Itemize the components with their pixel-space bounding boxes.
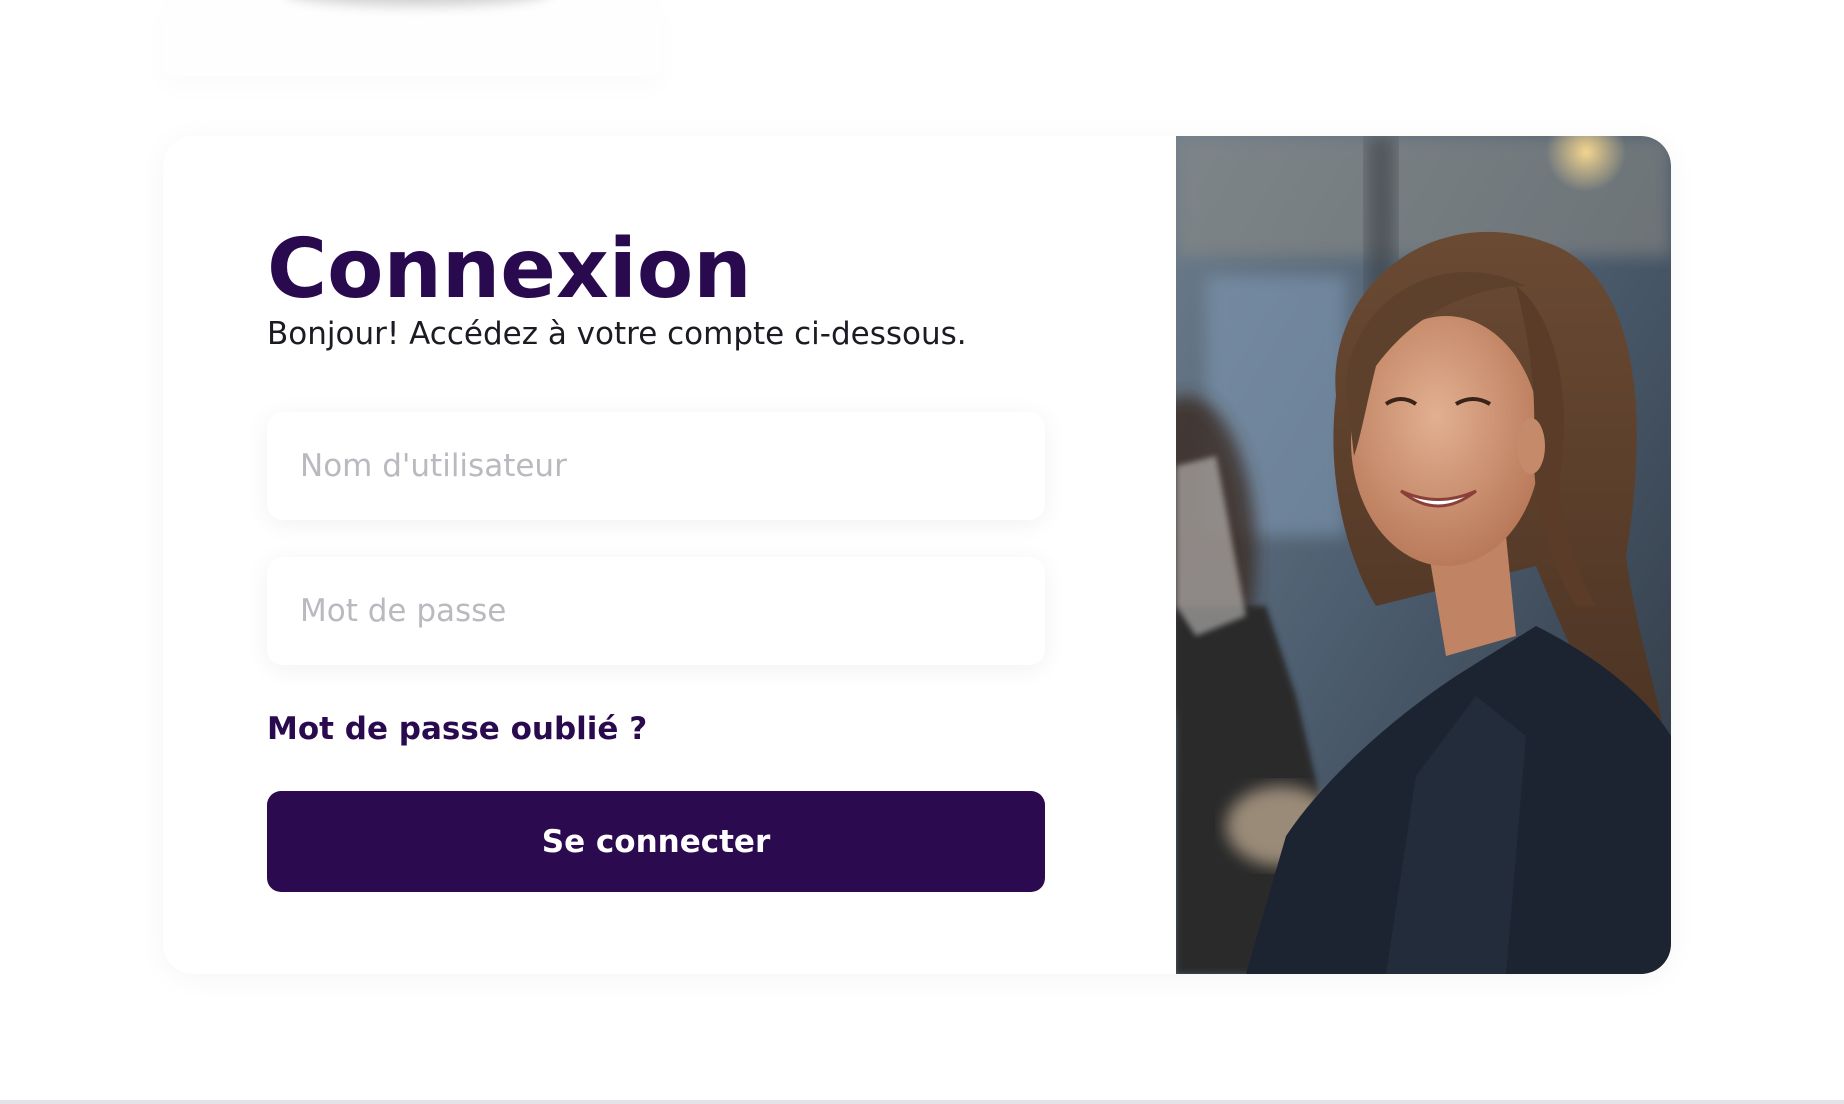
footer-divider	[0, 1100, 1844, 1104]
forgot-password-link[interactable]: Mot de passe oublié ?	[267, 709, 647, 749]
login-card: Connexion Bonjour! Accédez à votre compt…	[163, 136, 1671, 974]
smiling-woman-photo	[1176, 136, 1671, 974]
password-input[interactable]	[267, 557, 1045, 665]
hero-photo	[1176, 136, 1671, 974]
login-button[interactable]: Se connecter	[267, 791, 1045, 892]
header-logo-area	[162, 0, 662, 76]
username-input[interactable]	[267, 412, 1045, 520]
login-page: Connexion Bonjour! Accédez à votre compt…	[0, 0, 1844, 1104]
page-subtitle: Bonjour! Accédez à votre compte ci-desso…	[267, 316, 967, 352]
page-title: Connexion	[267, 222, 752, 317]
login-form: Connexion Bonjour! Accédez à votre compt…	[267, 136, 1047, 974]
